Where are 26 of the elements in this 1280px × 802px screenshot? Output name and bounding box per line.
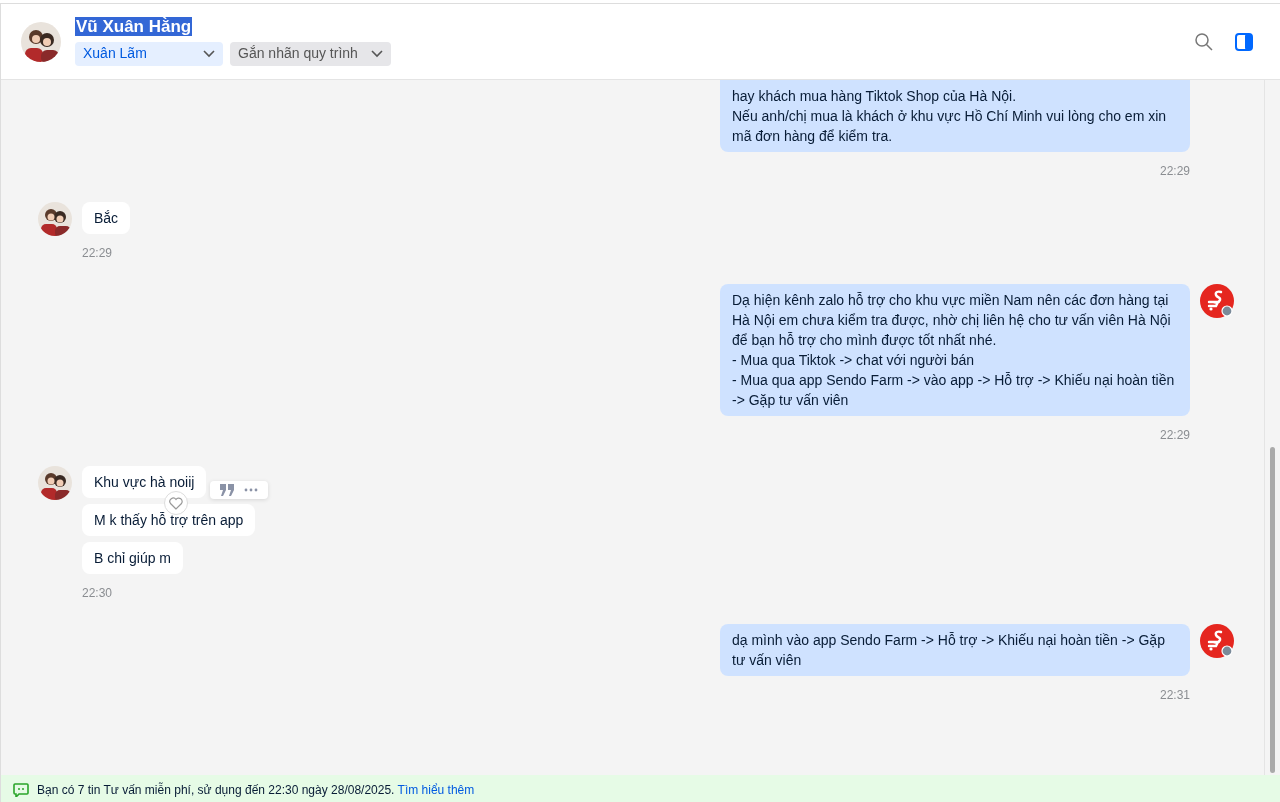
message-time: 22:30 <box>82 585 113 602</box>
learn-more-link[interactable]: Tìm hiểu thêm <box>397 783 475 797</box>
message-time: 22:29 <box>1159 427 1190 444</box>
message-bubble: Khu vực hà noiij <box>82 466 207 498</box>
quote-icon[interactable] <box>220 484 234 496</box>
message-bubble: M k thấy hỗ trợ trên app <box>82 504 256 536</box>
scrollbar-thumb[interactable] <box>1270 447 1275 773</box>
message-bubble: Bắc <box>82 202 131 234</box>
message-time: 22:29 <box>82 245 113 262</box>
sidebar-toggle-icon[interactable] <box>1235 32 1253 51</box>
caret-icon <box>371 49 383 58</box>
message-bubble: Dạ hiện kênh zalo hỗ trợ cho khu vực miền Nam nên các đơn hàng tại Hà Nội em chưa kiểm tra được, nhờ chị liên hệ cho tư vấn viên Hà Nội để bạn hỗ trợ cho mình được tốt nhất nhé. - Mua qua Tiktok -> chat với người bán - Mua qua app Sendo Farm -> vào app -> Hỗ trợ -> Khiếu nại hoàn tiền -> Gặp tư vấn viên <box>720 284 1190 416</box>
assignee-dropdown[interactable]: Xuân Lãm <box>75 41 223 66</box>
message-bubble: dạ mình vào app Sendo Farm -> Hỗ trợ -> Khiếu nại hoàn tiền -> Gặp tư vấn viên <box>720 624 1190 676</box>
message-bubble: hay khách mua hàng Tiktok Shop của Hà Nội. Nếu anh/chị mua là khách ở khu vực Hồ Chí Minh vui lòng cho em xin mã đơn hàng để kiểm tra. <box>720 80 1190 152</box>
chat-icon <box>13 783 29 797</box>
message-bubble: B chỉ giúp m <box>82 542 184 574</box>
caret-icon <box>203 49 215 58</box>
message-time: 22:29 <box>1159 163 1190 180</box>
footer-notice: Bạn có 7 tin Tư vấn miễn phí, sử dụng đến 22:30 ngày 28/08/2025. <box>37 783 395 797</box>
heart-icon <box>169 496 183 510</box>
tag-dropdown[interactable]: Gắn nhãn quy trình <box>230 41 391 66</box>
more-icon[interactable] <box>244 488 258 492</box>
contact-name: Vũ Xuân Hằng <box>75 17 193 37</box>
message-time: 22:31 <box>1159 687 1190 704</box>
search-icon[interactable] <box>1194 31 1214 52</box>
